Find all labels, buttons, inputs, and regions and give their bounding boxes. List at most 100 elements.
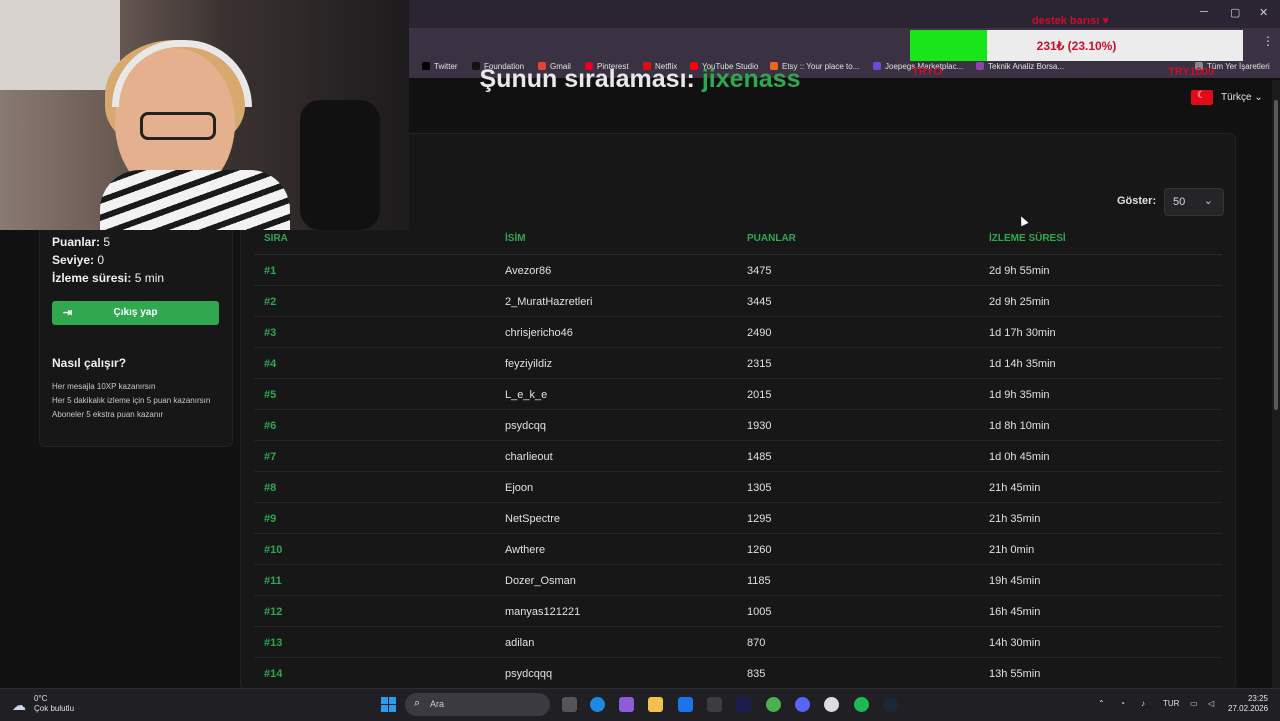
chrome-icon[interactable] bbox=[766, 697, 781, 712]
how-line: Aboneler 5 ekstra puan kazanır bbox=[52, 410, 164, 419]
rank-cell: #8 bbox=[264, 482, 277, 494]
edge-icon[interactable] bbox=[590, 697, 605, 712]
search-icon: ⌕ bbox=[414, 697, 421, 709]
more-menu-icon[interactable]: ⋮ bbox=[1262, 34, 1274, 48]
level-label: Seviye: bbox=[52, 253, 95, 267]
input-language[interactable]: TUR bbox=[1163, 699, 1179, 708]
name-cell: Awthere bbox=[505, 544, 546, 556]
watch-time-cell: 1d 14h 35min bbox=[989, 358, 1056, 370]
watch-time-value: 5 min bbox=[134, 271, 165, 285]
clock-date: 27.02.2026 bbox=[1228, 704, 1269, 713]
logout-button[interactable]: ⇥ Çıkış yap bbox=[52, 301, 219, 325]
weather-widget[interactable]: 0°C Çok bulutlu bbox=[34, 694, 74, 714]
watch-time-cell: 13h 55min bbox=[989, 668, 1041, 680]
file-explorer-icon[interactable] bbox=[648, 697, 663, 712]
watch-time-cell: 21h 45min bbox=[989, 482, 1041, 494]
profile-card: Puanlar: 5 Seviye: 0 İzleme süresi: 5 mi… bbox=[39, 222, 233, 447]
points-cell: 1260 bbox=[747, 544, 772, 556]
close-icon[interactable]: ✕ bbox=[1259, 6, 1268, 19]
watch-time-cell: 1d 17h 30min bbox=[989, 327, 1056, 339]
rank-cell: #4 bbox=[264, 358, 277, 370]
weather-temp: 0°C bbox=[34, 694, 48, 703]
store-icon[interactable] bbox=[707, 697, 722, 712]
rank-cell: #14 bbox=[264, 668, 283, 680]
points-cell: 2315 bbox=[747, 358, 772, 370]
rank-cell: #3 bbox=[264, 327, 277, 339]
points-cell: 1005 bbox=[747, 606, 772, 618]
rank-cell: #6 bbox=[264, 420, 277, 432]
webcam-chair bbox=[300, 100, 380, 230]
how-line: Her 5 dakikalık izleme için 5 puan kazan… bbox=[52, 396, 211, 405]
show-count-select[interactable]: 50 ⌄ bbox=[1164, 188, 1224, 216]
microphone-icon[interactable]: ♪ bbox=[1141, 699, 1145, 708]
spotify-icon[interactable] bbox=[854, 697, 869, 712]
task-view-icon[interactable] bbox=[562, 697, 577, 712]
watch-time-stat: İzleme süresi: 5 min bbox=[52, 271, 164, 285]
name-cell: L_e_k_e bbox=[505, 389, 548, 401]
table-row: #3 chrisjericho46 2490 1d 17h 30min bbox=[254, 317, 1222, 348]
rank-cell: #12 bbox=[264, 606, 283, 618]
points-cell: 2490 bbox=[747, 327, 772, 339]
column-watch-time: İZLEME SÜRESİ bbox=[989, 233, 1066, 244]
donation-amount: 231₺ (23.10%) bbox=[1036, 39, 1117, 53]
copilot-icon[interactable] bbox=[619, 697, 634, 712]
points-cell: 1930 bbox=[747, 420, 772, 432]
watch-time-cell: 1d 0h 45min bbox=[989, 451, 1050, 463]
discord-icon[interactable] bbox=[795, 697, 810, 712]
name-cell: psydcqq bbox=[505, 420, 546, 432]
minimize-icon[interactable]: ─ bbox=[1200, 6, 1208, 18]
points-cell: 1305 bbox=[747, 482, 772, 494]
steam-icon[interactable] bbox=[883, 697, 898, 712]
show-count-label: Göster: bbox=[1117, 195, 1157, 207]
watch-time-cell: 21h 0min bbox=[989, 544, 1035, 556]
points-cell: 835 bbox=[747, 668, 766, 680]
after-effects-icon[interactable] bbox=[736, 697, 751, 712]
windows-start-icon[interactable] bbox=[381, 697, 397, 713]
table-row: #2 2_MuratHazretleri 3445 2d 9h 25min bbox=[254, 286, 1222, 317]
webcam-shirt bbox=[100, 170, 290, 230]
how-it-works-title: Nasıl çalışır? bbox=[52, 356, 127, 370]
table-row: #5 L_e_k_e 2015 1d 9h 35min bbox=[254, 379, 1222, 410]
name-cell: NetSpectre bbox=[505, 513, 561, 525]
table-row: #14 psydcqqq 835 13h 55min bbox=[254, 658, 1222, 689]
volume-icon[interactable]: ◁ bbox=[1208, 699, 1214, 708]
name-cell: charlieout bbox=[505, 451, 553, 463]
mail-icon[interactable] bbox=[678, 697, 693, 712]
watch-time-cell: 1d 9h 35min bbox=[989, 389, 1050, 401]
show-count-value: 50 bbox=[1173, 196, 1186, 208]
wifi-icon[interactable]: ◔ bbox=[1120, 699, 1125, 708]
name-cell: feyziyildiz bbox=[505, 358, 553, 370]
points-cell: 1185 bbox=[747, 575, 771, 587]
taskbar-search[interactable]: ⌕ Ara bbox=[405, 693, 550, 716]
obs-icon[interactable] bbox=[824, 697, 839, 712]
points-label: Puanlar: bbox=[52, 235, 101, 249]
page-scrollbar[interactable] bbox=[1272, 80, 1280, 688]
chevron-up-icon[interactable]: ⌃ bbox=[1098, 699, 1105, 708]
table-row: #1 Avezor86 3475 2d 9h 55min bbox=[254, 255, 1222, 286]
level-stat: Seviye: 0 bbox=[52, 253, 104, 267]
webcam-background bbox=[0, 0, 120, 90]
maximize-icon[interactable]: ▢ bbox=[1230, 6, 1240, 19]
table-row: #11 Dozer_Osman 1185 19h 45min bbox=[254, 565, 1222, 596]
how-line: Her mesajla 10XP kazanırsın bbox=[52, 382, 156, 391]
points-cell: 3475 bbox=[747, 265, 772, 277]
name-cell: adilan bbox=[505, 637, 535, 649]
monitor-icon[interactable]: ▭ bbox=[1190, 699, 1198, 708]
scrollbar-thumb[interactable] bbox=[1274, 100, 1278, 410]
donation-progress-bar: 231₺ (23.10%) bbox=[910, 30, 1243, 61]
level-value: 0 bbox=[97, 253, 105, 267]
rank-cell: #10 bbox=[264, 544, 283, 556]
points-cell: 2015 bbox=[747, 389, 772, 401]
name-cell: Ejoon bbox=[505, 482, 534, 494]
watch-time-cell: 14h 30min bbox=[989, 637, 1041, 649]
name-cell: 2_MuratHazretleri bbox=[505, 296, 593, 308]
taskbar-clock[interactable]: 23:25 27.02.2026 bbox=[1228, 694, 1268, 714]
table-row: #8 Ejoon 1305 21h 45min bbox=[254, 472, 1222, 503]
clock-time: 23:25 bbox=[1247, 694, 1268, 703]
donation-goal-title: destek barısı ♥ bbox=[1032, 15, 1109, 27]
rank-cell: #1 bbox=[264, 265, 277, 277]
name-cell: Dozer_Osman bbox=[505, 575, 576, 587]
webcam-overlay bbox=[0, 0, 409, 230]
watch-time-cell: 21h 35min bbox=[989, 513, 1041, 525]
table-row: #4 feyziyildiz 2315 1d 14h 35min bbox=[254, 348, 1222, 379]
